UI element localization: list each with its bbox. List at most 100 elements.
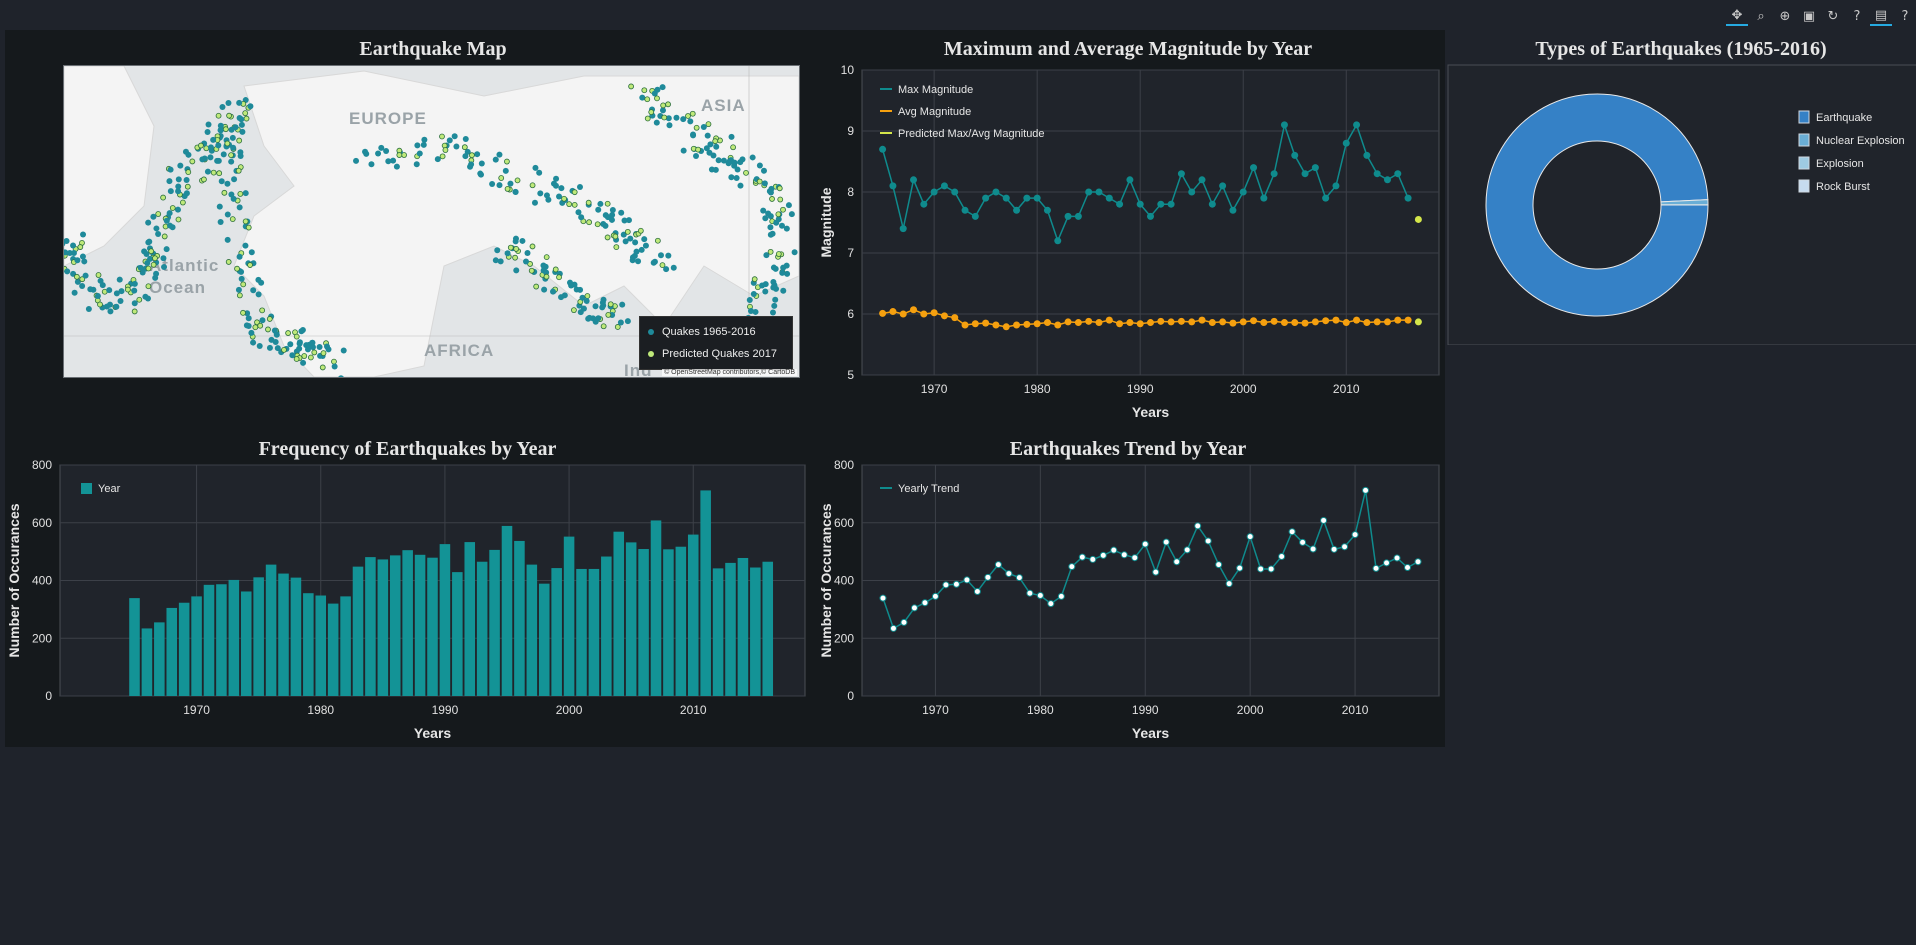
y-tick-label: 9 [847, 124, 854, 138]
save-icon[interactable]: ▣ [1798, 6, 1820, 26]
frequency-bar [340, 596, 351, 696]
frequency-bar [712, 568, 724, 696]
quake-marker [704, 132, 711, 139]
predicted-quake-marker [514, 177, 521, 184]
wheel-zoom-icon[interactable]: ⊕ [1774, 6, 1796, 26]
y-tick-label: 600 [834, 516, 854, 530]
quake-marker [230, 195, 237, 202]
predicted-quake-marker [240, 281, 247, 288]
avg-magnitude-point [940, 312, 948, 320]
trend-point [1005, 570, 1013, 578]
quake-marker [496, 151, 503, 158]
predicted-quake-marker [585, 199, 592, 206]
quake-marker [622, 238, 629, 245]
y-axis-label: Number of Occurances [818, 503, 834, 657]
x-tick-label: 2000 [556, 703, 583, 717]
predicted-quake-marker [242, 110, 249, 117]
quake-marker [79, 283, 86, 290]
hover-icon[interactable]: ▤ [1870, 6, 1892, 26]
quake-marker [131, 287, 138, 294]
quake-marker [87, 286, 94, 293]
max-magnitude-point [1177, 170, 1185, 178]
quake-marker [653, 119, 660, 126]
max-magnitude-point [1023, 194, 1031, 202]
frequency-bar [278, 573, 289, 696]
quake-marker [141, 248, 148, 255]
quake-marker [236, 253, 243, 260]
x-tick-label: 1970 [922, 703, 949, 717]
quake-marker [85, 305, 92, 312]
magnitude-chart[interactable]: 1970 1980 1990 2000 2010 5 6 7 8 9 10 Years Magnitud… [812, 35, 1444, 425]
max-magnitude-point [1033, 194, 1041, 202]
predicted-quake-marker [665, 101, 671, 108]
y-tick-label: 200 [834, 631, 854, 645]
reset-icon[interactable]: ↻ [1822, 6, 1844, 26]
trend-point [1099, 551, 1107, 559]
quake-marker [64, 268, 71, 275]
avg-magnitude-point [1404, 316, 1412, 324]
y-tick-label: 800 [834, 458, 854, 472]
quake-marker [750, 290, 757, 297]
predicted-quake-marker [637, 227, 644, 234]
legend-label: Earthquake [1816, 112, 1872, 124]
help-icon[interactable]: ? [1846, 6, 1868, 26]
max-magnitude-point [1208, 200, 1216, 208]
earthquake-map[interactable]: EUROPEASIAAFRICAAtlanticOceanInd Quakes … [63, 65, 800, 378]
quake-marker [131, 280, 138, 287]
max-magnitude-point [1363, 151, 1371, 159]
trend-point [1110, 546, 1118, 554]
trend-point [1372, 564, 1380, 572]
predicted-quake-marker [648, 109, 655, 116]
map-legend-item: Predicted Quakes 2017 [648, 343, 784, 365]
types-chart[interactable]: Earthquake Nuclear Explosion Explosion Rock… [1446, 35, 1916, 345]
types-panel: Types of Earthquakes (1965-2016) Earthqu… [1446, 35, 1916, 345]
trend-point [931, 592, 939, 600]
predicted-quake-marker [293, 333, 300, 340]
pan-icon[interactable]: ✥ [1726, 6, 1748, 26]
quake-marker [116, 276, 123, 283]
predicted-quake-marker [513, 246, 520, 252]
predicted-quake-marker [210, 169, 217, 176]
quake-marker [446, 137, 453, 144]
predicted-quake-marker [73, 273, 80, 280]
quake-marker [183, 190, 190, 197]
frequency-bar [563, 536, 575, 696]
predicted-quake-marker [259, 307, 266, 314]
frequency-bar [526, 564, 538, 696]
trend-point [1194, 522, 1202, 530]
x-axis-label: Years [414, 725, 452, 741]
predicted-quake-marker [237, 190, 244, 197]
quake-marker [762, 288, 769, 295]
predicted-quake-marker [552, 266, 559, 273]
frequency-bar [762, 561, 774, 696]
quake-marker [70, 242, 77, 249]
quake-marker [728, 133, 735, 140]
frequency-chart[interactable]: 1970 1980 1990 2000 2010 0 200 400 600 800 Years Nu… [5, 435, 810, 747]
quake-marker [368, 161, 375, 168]
quake-marker [635, 258, 642, 265]
quake-marker [238, 121, 245, 128]
quake-marker [247, 103, 254, 110]
map-legend-label: Predicted Quakes 2017 [662, 348, 777, 360]
avg-magnitude-point [1147, 319, 1154, 327]
box-zoom-icon[interactable]: ⌕ [1750, 6, 1772, 26]
y-tick-label: 10 [841, 63, 855, 77]
predicted-magnitude-point [1414, 215, 1422, 223]
trend-point [1267, 565, 1275, 573]
predicted-quake-marker [224, 140, 231, 147]
predicted-quake-marker [301, 353, 308, 359]
legend-label: Rock Burst [1816, 181, 1870, 193]
quake-marker [768, 185, 775, 192]
y-tick-label: 7 [847, 246, 854, 260]
quake-marker [420, 141, 427, 148]
help-icon-2[interactable]: ? [1894, 6, 1916, 26]
predicted-quake-marker [743, 169, 749, 176]
quake-marker [296, 345, 303, 352]
trend-chart[interactable]: 1970 1980 1990 2000 2010 0 200 400 600 800 Years Nu… [812, 435, 1444, 747]
map-legend-item: Quakes 1965-2016 [648, 321, 784, 343]
quake-marker [680, 147, 687, 154]
quake-marker [543, 192, 550, 199]
quake-marker [663, 266, 670, 273]
map-attribution[interactable]: © OpenStreetMap contributors,© CartoDB [662, 369, 797, 376]
max-magnitude-point [1157, 200, 1165, 208]
